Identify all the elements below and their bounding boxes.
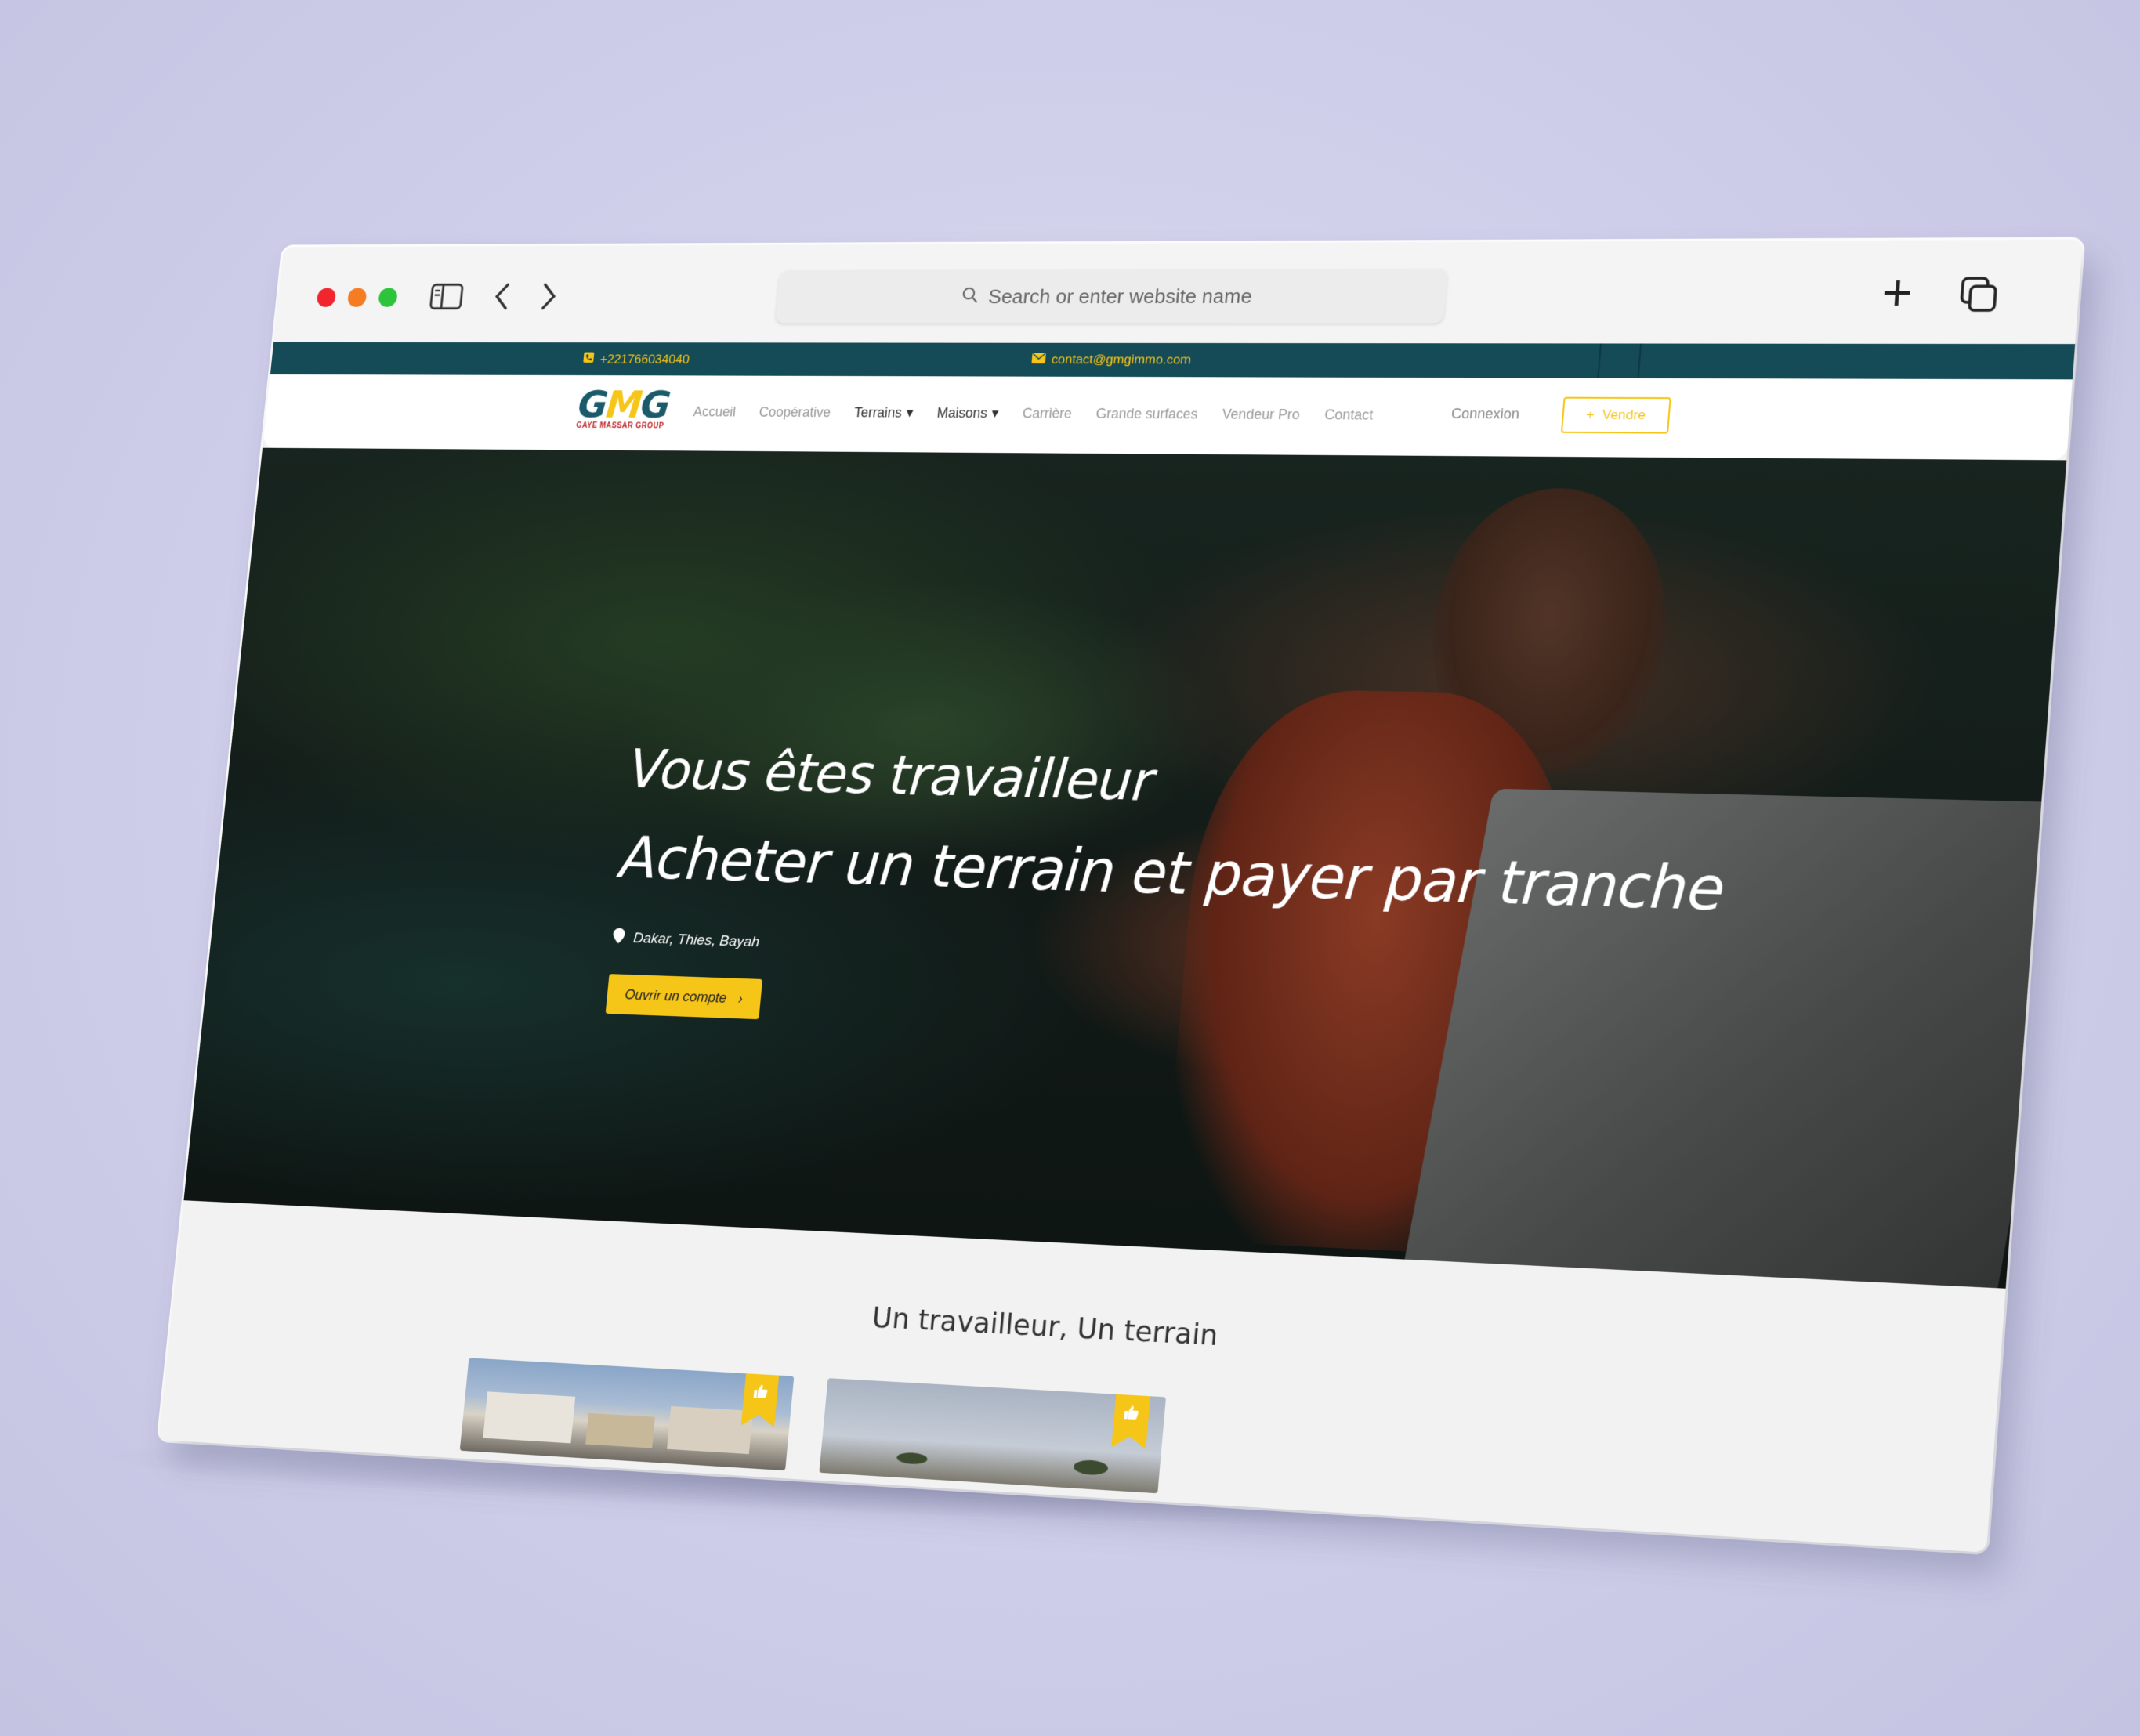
open-account-button[interactable]: Ouvrir un compte › bbox=[606, 974, 763, 1019]
nav-item-contact[interactable]: Contact bbox=[1323, 407, 1374, 423]
map-pin-icon bbox=[612, 928, 625, 949]
main-navbar: GMG GAYE MASSAR GROUP Accueil Coopérativ… bbox=[263, 374, 2073, 460]
browser-window: Search or enter website name + +22176603… bbox=[158, 240, 2083, 1553]
email-link[interactable]: contact@gmgimmo.com bbox=[1031, 352, 1192, 367]
card-image-tree bbox=[1073, 1459, 1108, 1476]
card-image-tree bbox=[896, 1452, 928, 1465]
thumbs-up-icon bbox=[1123, 1405, 1140, 1426]
nav-item-cooperative[interactable]: Coopérative bbox=[759, 404, 831, 421]
plus-icon[interactable]: + bbox=[1880, 267, 1914, 318]
thumbs-up-icon bbox=[752, 1383, 769, 1404]
maximize-window-button[interactable] bbox=[378, 288, 398, 306]
site-logo[interactable]: GMG GAYE MASSAR GROUP bbox=[575, 385, 675, 438]
minimize-window-button[interactable] bbox=[347, 288, 368, 306]
nav-item-maisons[interactable]: Maisons ▾ bbox=[936, 405, 999, 421]
nav-item-grande-surfaces[interactable]: Grande surfaces bbox=[1095, 406, 1199, 422]
hero-banner: Vous êtes travailleur Acheter un terrain… bbox=[183, 448, 2066, 1289]
phone-number: +221766034040 bbox=[599, 352, 690, 367]
chevron-left-icon[interactable] bbox=[480, 276, 523, 317]
address-bar-placeholder: Search or enter website name bbox=[987, 284, 1253, 309]
logo-mark: GMG bbox=[577, 385, 675, 423]
card-image-building bbox=[483, 1391, 575, 1443]
nav-item-terrains[interactable]: Terrains ▾ bbox=[853, 405, 914, 421]
property-card[interactable] bbox=[819, 1378, 1166, 1493]
caret-down-icon: ▾ bbox=[991, 406, 1000, 422]
nav-item-vendeur-pro[interactable]: Vendeur Pro bbox=[1222, 407, 1301, 423]
chevron-right-icon: › bbox=[737, 990, 744, 1007]
mockup-stage: Search or enter website name + +22176603… bbox=[0, 0, 2140, 1736]
contact-bar: +221766034040 contact@gmgimmo.com bbox=[270, 342, 2075, 380]
section-title: Un travailleur, Un terrain bbox=[174, 1265, 2001, 1394]
device: Search or enter website name + +22176603… bbox=[158, 240, 2083, 1553]
tabs-icon[interactable] bbox=[1957, 275, 2001, 313]
topbar-divider bbox=[1597, 343, 1602, 378]
phone-icon bbox=[582, 352, 596, 367]
nav-item-carriere[interactable]: Carrière bbox=[1022, 406, 1073, 422]
topbar-divider bbox=[1638, 344, 1642, 378]
nav-item-accueil[interactable]: Accueil bbox=[693, 404, 737, 420]
browser-toolbar: Search or enter website name + bbox=[273, 240, 2083, 345]
login-link[interactable]: Connexion bbox=[1450, 406, 1520, 422]
nav-menu: Accueil Coopérative Terrains ▾ Maisons ▾ C… bbox=[693, 404, 1374, 424]
logo-tagline: GAYE MASSAR GROUP bbox=[576, 421, 671, 430]
property-card[interactable] bbox=[460, 1358, 795, 1470]
search-icon bbox=[961, 284, 979, 308]
address-bar[interactable]: Search or enter website name bbox=[775, 269, 1448, 324]
sell-button[interactable]: + Vendre bbox=[1561, 397, 1671, 434]
email-address: contact@gmgimmo.com bbox=[1051, 352, 1192, 367]
caret-down-icon: ▾ bbox=[906, 405, 914, 421]
sidebar-icon[interactable] bbox=[425, 276, 469, 317]
plus-icon: + bbox=[1586, 407, 1595, 423]
card-image-building bbox=[585, 1413, 655, 1448]
chevron-right-icon[interactable] bbox=[527, 276, 570, 317]
close-window-button[interactable] bbox=[317, 288, 337, 306]
card-image-building bbox=[667, 1406, 753, 1454]
featured-bookmark bbox=[741, 1373, 779, 1427]
phone-link[interactable]: +221766034040 bbox=[582, 352, 690, 367]
featured-bookmark bbox=[1111, 1394, 1150, 1449]
mail-icon bbox=[1031, 352, 1046, 367]
